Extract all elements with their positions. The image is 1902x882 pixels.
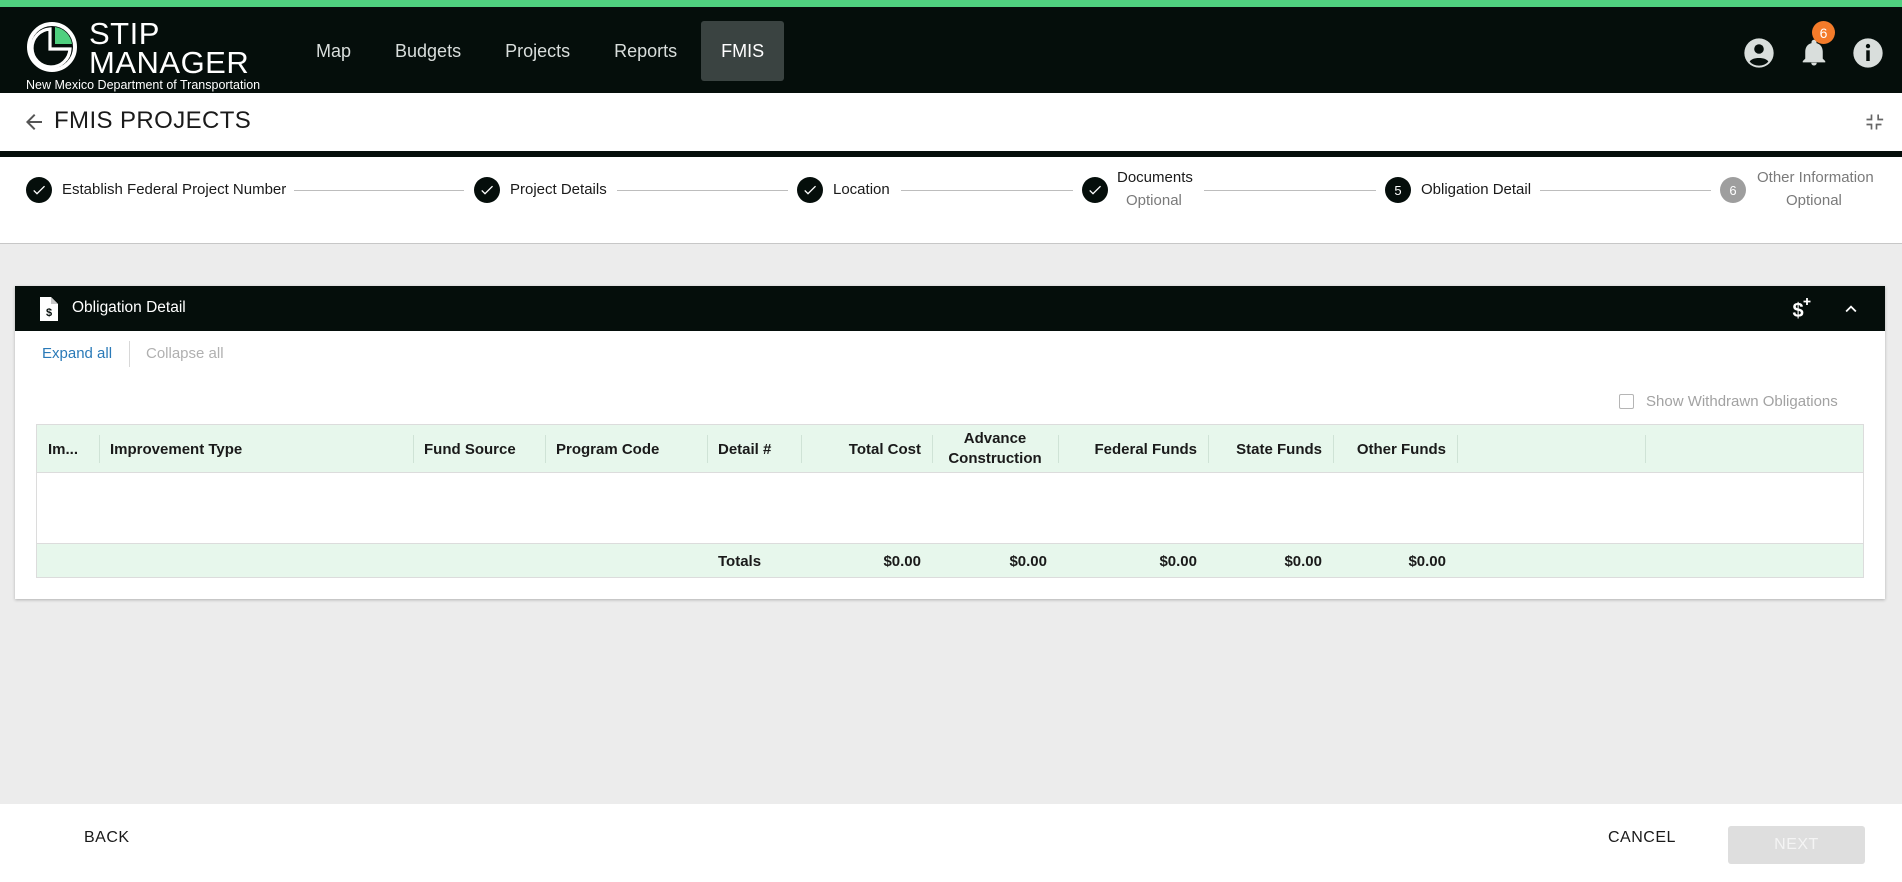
step-5-current-icon: 5 [1385,177,1411,203]
nav-item-budgets[interactable]: Budgets [375,21,481,81]
column-header-federal-funds[interactable]: Federal Funds [1058,425,1208,473]
next-button[interactable]: NEXT [1728,826,1865,864]
totals-label: Totals [718,552,762,570]
step-connector [1540,190,1711,191]
step-4-complete-icon [1082,177,1108,203]
page-header: FMIS PROJECTS [0,93,1902,151]
svg-text:$: $ [46,307,52,319]
logo-pie-icon [27,22,77,72]
account-circle-icon [1744,38,1774,68]
nav-item-projects[interactable]: Projects [485,21,590,81]
table-totals-row: Totals $0.00 $0.00 $0.00 $0.00 $0.00 [37,543,1863,577]
step-connector [901,190,1073,191]
totals-other-funds: $0.00 [1408,552,1446,570]
links-divider [129,341,130,367]
column-header-total-cost[interactable]: Total Cost [801,425,932,473]
column-header-fund-source[interactable]: Fund Source [413,425,545,473]
table-header: Im... Improvement Type Fund Source Progr… [37,425,1863,473]
obligation-detail-card: $ Obligation Detail $ Expand all Collaps… [15,286,1885,599]
add-obligation-button[interactable]: $ [1787,295,1815,323]
info-icon [1853,38,1883,68]
wizard-footer: BACK CANCEL NEXT [0,804,1902,882]
page-title: FMIS PROJECTS [54,107,252,134]
back-button[interactable]: BACK [64,820,150,856]
check-icon [1089,185,1101,195]
department-name: New Mexico Department of Transportation [26,78,261,92]
step-2-label[interactable]: Project Details [510,181,607,198]
totals-advance-construction: $0.00 [1009,552,1047,570]
cancel-button[interactable]: CANCEL [1588,820,1696,856]
column-header-program-code[interactable]: Program Code [545,425,707,473]
step-5-label[interactable]: Obligation Detail [1421,181,1531,198]
step-4-optional: Optional [1126,192,1182,209]
column-header-detail-number[interactable]: Detail # [707,425,801,473]
logo-text-manager: MANAGER [89,45,250,80]
exit-fullscreen-icon[interactable] [1864,112,1884,132]
step-3-complete-icon [797,177,823,203]
expand-all-link[interactable]: Expand all [42,345,112,362]
column-header-other-funds[interactable]: Other Funds [1333,425,1457,473]
collapse-card-button[interactable] [1837,295,1865,323]
check-icon [481,185,493,195]
stip-manager-logo[interactable]: STIP MANAGER New Mexico Department of Tr… [26,15,276,93]
column-header-state-funds[interactable]: State Funds [1208,425,1333,473]
step-connector [617,190,788,191]
step-connector [294,190,464,191]
check-icon [804,185,816,195]
back-arrow-icon[interactable] [22,110,46,134]
add-dollar-icon: $ [1792,298,1811,322]
step-6-label[interactable]: Other Information [1757,169,1874,186]
notification-count-badge: 6 [1812,21,1835,44]
show-withdrawn-label: Show Withdrawn Obligations [1646,392,1838,410]
account-button[interactable] [1742,36,1776,70]
show-withdrawn-checkbox[interactable] [1619,393,1634,409]
wizard-stepper: Establish Federal Project Number Project… [0,157,1902,244]
step-connector [1204,190,1376,191]
step-6-optional: Optional [1786,192,1842,209]
nav-item-fmis[interactable]: FMIS [701,21,785,81]
check-icon [33,185,45,195]
show-withdrawn-toggle[interactable]: Show Withdrawn Obligations [1619,391,1838,411]
obligations-table: Im... Improvement Type Fund Source Progr… [36,424,1864,578]
column-separator [1457,435,1458,463]
nav-item-map[interactable]: Map [296,21,371,81]
column-header-improvement-type[interactable]: Improvement Type [99,425,413,473]
info-button[interactable] [1851,36,1885,70]
totals-federal-funds: $0.00 [1159,552,1197,570]
card-title: Obligation Detail [72,299,186,316]
totals-state-funds: $0.00 [1284,552,1322,570]
svg-text:$: $ [1792,300,1803,322]
table-body-empty [37,473,1863,543]
app-header: STIP MANAGER New Mexico Department of Tr… [0,7,1902,93]
card-header: $ Obligation Detail $ [15,286,1885,331]
step-1-complete-icon [26,177,52,203]
step-3-label[interactable]: Location [833,181,890,198]
step-6-pending-icon: 6 [1720,177,1746,203]
money-document-icon: $ [40,297,58,321]
collapse-all-link[interactable]: Collapse all [146,345,224,362]
step-2-complete-icon [474,177,500,203]
column-header-im[interactable]: Im... [37,425,99,473]
nav-item-reports[interactable]: Reports [594,21,697,81]
step-4-label[interactable]: Documents [1117,169,1193,186]
step-1-label[interactable]: Establish Federal Project Number [62,181,286,198]
totals-total-cost: $0.00 [883,552,921,570]
column-header-advance-construction[interactable]: Advance Construction [932,425,1058,473]
chevron-up-icon [1845,305,1857,313]
main-nav: Map Budgets Projects Reports FMIS [296,21,785,81]
top-accent-strip [0,0,1902,7]
column-separator [1645,435,1646,463]
